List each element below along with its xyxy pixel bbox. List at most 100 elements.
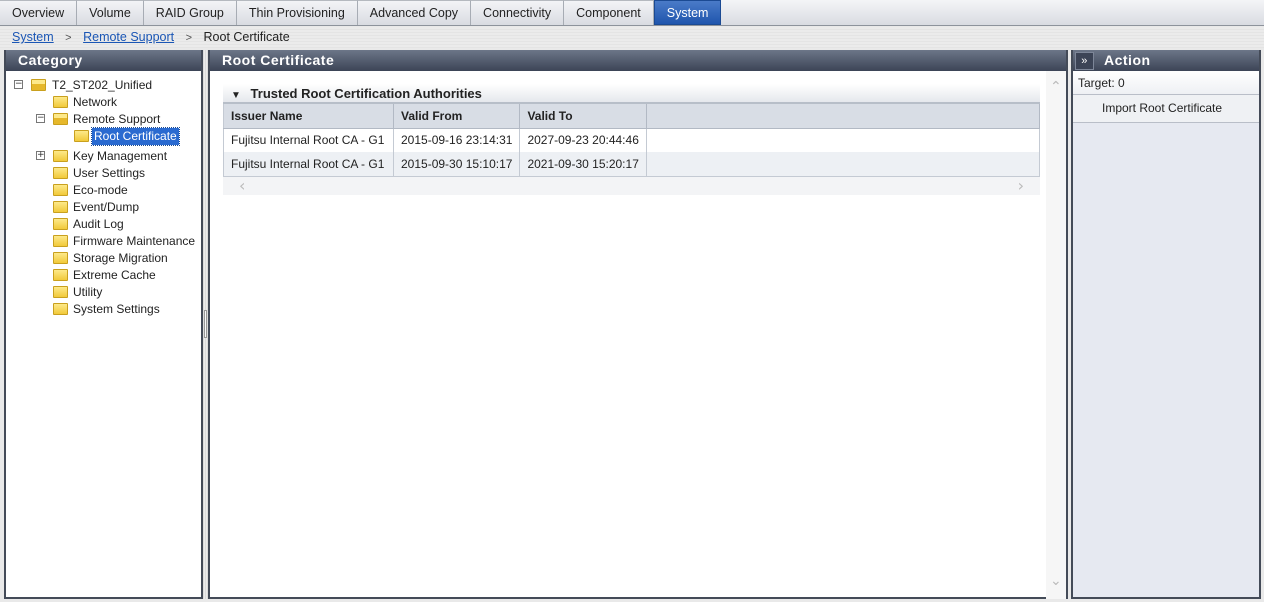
action-panel-header: » Action (1073, 50, 1259, 71)
cell-valid-from: 2015-09-16 23:14:31 (393, 128, 521, 152)
tab-raid-group[interactable]: RAID Group (143, 0, 237, 25)
tab-component[interactable]: Component (564, 0, 654, 25)
category-panel-title: Category (6, 50, 201, 71)
tree-item-remote-support[interactable]: Remote Support (71, 111, 162, 128)
horizontal-scrollbar[interactable]: ‹ › (223, 176, 1040, 195)
table-row[interactable]: Fujitsu Internal Root CA - G1 2015-09-30… (223, 152, 1040, 176)
folder-icon (53, 252, 68, 264)
trusted-root-ca-section: ▼ Trusted Root Certification Authorities… (223, 84, 1040, 195)
tree-node: Audit Log (6, 216, 201, 233)
certificate-table: Issuer Name Valid From Valid To Fujitsu … (223, 104, 1040, 177)
tree-item-audit-log[interactable]: Audit Log (71, 216, 126, 233)
main-tab-bar: Overview Volume RAID Group Thin Provisionin… (0, 0, 1264, 26)
folder-icon (53, 167, 68, 179)
folder-icon (53, 303, 68, 315)
folder-icon (53, 235, 68, 247)
tree-node: + Key Management (6, 148, 201, 165)
folder-icon (53, 286, 68, 298)
cell-issuer-name: Fujitsu Internal Root CA - G1 (223, 152, 394, 176)
folder-icon (53, 150, 68, 162)
folder-icon (53, 269, 68, 281)
breadcrumb: System > Remote Support > Root Certifica… (0, 27, 1264, 48)
breadcrumb-separator: > (185, 32, 193, 44)
tree-node: − Remote Support (6, 111, 201, 128)
tab-advanced-copy[interactable]: Advanced Copy (357, 0, 472, 25)
table-header-row: Issuer Name Valid From Valid To (223, 104, 1040, 129)
expand-icon[interactable]: + (36, 151, 45, 160)
tree-item-storage-migration[interactable]: Storage Migration (71, 250, 170, 267)
folder-icon (53, 218, 68, 230)
collapse-icon[interactable]: − (14, 80, 23, 89)
tree-item-firmware-maintenance[interactable]: Firmware Maintenance (71, 233, 197, 250)
collapse-triangle-icon: ▼ (231, 90, 241, 101)
folder-icon (53, 201, 68, 213)
tab-volume[interactable]: Volume (77, 0, 144, 25)
tree-node: System Settings (6, 301, 201, 318)
scroll-left-icon[interactable]: ‹ (239, 176, 245, 195)
tab-system[interactable]: System (653, 0, 722, 25)
scroll-right-icon[interactable]: › (1018, 176, 1024, 195)
splitter-grip[interactable] (204, 310, 207, 338)
tree-root-label[interactable]: T2_ST202_Unified (50, 77, 154, 94)
column-header-valid-to[interactable]: Valid To (519, 104, 648, 129)
tree-node: Utility (6, 284, 201, 301)
folder-open-icon (53, 113, 68, 125)
action-panel: » Action Target: 0 Import Root Certifica… (1071, 50, 1261, 599)
table-row[interactable]: Fujitsu Internal Root CA - G1 2015-09-16… (223, 128, 1040, 152)
import-root-certificate-action[interactable]: Import Root Certificate (1073, 95, 1259, 123)
tree-item-utility[interactable]: Utility (71, 284, 104, 301)
scroll-up-icon[interactable]: ⌃ (1050, 79, 1062, 95)
cell-issuer-name: Fujitsu Internal Root CA - G1 (223, 128, 394, 152)
breadcrumb-separator: > (65, 32, 72, 44)
target-label: Target: (1078, 76, 1115, 90)
cell-valid-to: 2027-09-23 20:44:46 (519, 128, 648, 152)
folder-open-icon (31, 79, 46, 91)
tab-connectivity[interactable]: Connectivity (471, 0, 565, 25)
collapse-action-panel-button[interactable]: » (1075, 51, 1094, 70)
tree-root-node: − T2_ST202_Unified (6, 77, 201, 94)
tree-node: Network (6, 94, 201, 111)
tree-item-extreme-cache[interactable]: Extreme Cache (71, 267, 158, 284)
main-panel-title: Root Certificate (210, 50, 1066, 71)
column-header-valid-from[interactable]: Valid From (393, 104, 521, 129)
folder-icon (53, 184, 68, 196)
column-header-issuer-name[interactable]: Issuer Name (223, 104, 394, 129)
breadcrumb-remote-support-link[interactable]: Remote Support (83, 30, 174, 44)
tree-node: Root Certificate (6, 127, 201, 146)
action-panel-title: Action (1104, 52, 1151, 68)
column-header-filler (646, 104, 1040, 129)
folder-icon (53, 96, 68, 108)
scroll-down-icon[interactable]: ⌄ (1050, 573, 1062, 589)
tree-item-user-settings[interactable]: User Settings (71, 165, 147, 182)
target-value: 0 (1118, 76, 1125, 90)
tree-item-network[interactable]: Network (71, 94, 119, 111)
tree-node: Event/Dump (6, 199, 201, 216)
tree-item-event-dump[interactable]: Event/Dump (71, 199, 141, 216)
vertical-scrollbar[interactable]: ⌃ ⌄ (1046, 71, 1066, 599)
category-panel: Category − T2_ST202_Unified Network − Remo… (4, 50, 203, 599)
tab-overview[interactable]: Overview (0, 0, 78, 25)
cell-valid-to: 2021-09-30 15:20:17 (519, 152, 648, 176)
cell-filler (646, 128, 1040, 152)
tree-item-system-settings[interactable]: System Settings (71, 301, 162, 318)
breadcrumb-system-link[interactable]: System (12, 30, 54, 44)
cell-filler (646, 152, 1040, 176)
tree-node: User Settings (6, 165, 201, 182)
tree-node: Storage Migration (6, 250, 201, 267)
section-header[interactable]: ▼ Trusted Root Certification Authorities (223, 84, 1040, 104)
main-panel: Root Certificate ▼ Trusted Root Certific… (208, 50, 1068, 599)
tree-node: Extreme Cache (6, 267, 201, 284)
cell-valid-from: 2015-09-30 15:10:17 (393, 152, 521, 176)
tree-item-root-certificate[interactable]: Root Certificate (91, 127, 180, 146)
tree-item-key-management[interactable]: Key Management (71, 148, 169, 165)
category-tree: − T2_ST202_Unified Network − Remote Suppor… (6, 71, 201, 318)
tree-node: Firmware Maintenance (6, 233, 201, 250)
tree-node: Eco-mode (6, 182, 201, 199)
tab-thin-provisioning[interactable]: Thin Provisioning (236, 0, 358, 25)
tree-item-eco-mode[interactable]: Eco-mode (71, 182, 130, 199)
breadcrumb-current: Root Certificate (203, 30, 290, 44)
folder-icon (74, 130, 89, 142)
target-count: Target: 0 (1073, 71, 1259, 95)
section-title: Trusted Root Certification Authorities (250, 86, 482, 101)
collapse-icon[interactable]: − (36, 114, 45, 123)
